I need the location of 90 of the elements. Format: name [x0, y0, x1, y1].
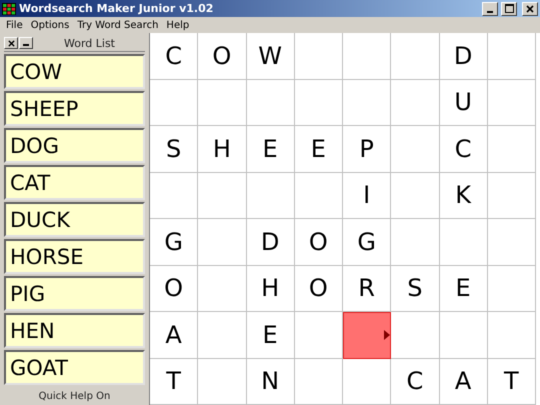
grid-cell[interactable]: S	[391, 266, 440, 312]
minimize-button[interactable]	[482, 2, 498, 16]
grid-cell[interactable]	[488, 219, 536, 266]
grid-cell[interactable]: G	[343, 219, 392, 266]
grid-cell[interactable]: T	[150, 358, 198, 405]
grid-cell[interactable]: O	[294, 219, 343, 266]
grid-cell[interactable]: N	[246, 358, 295, 405]
grid-cell[interactable]: E	[246, 312, 295, 358]
grid-cell[interactable]: C	[440, 126, 488, 172]
grid-cell[interactable]	[198, 312, 246, 358]
maximize-button[interactable]	[501, 2, 517, 16]
word-entry: DUCK	[4, 202, 145, 237]
grid-cell[interactable]	[198, 172, 246, 219]
grid-cell[interactable]	[391, 80, 440, 126]
grid-cell[interactable]: P	[343, 126, 392, 172]
word-entry: HEN	[4, 313, 145, 348]
grid-cell[interactable]	[488, 80, 536, 126]
grid-cell[interactable]: A	[440, 358, 488, 405]
grid-cell[interactable]	[343, 358, 392, 405]
panel-title: Word List	[63, 36, 116, 50]
grid-cell[interactable]	[198, 80, 246, 126]
grid-cell[interactable]: U	[440, 80, 488, 126]
grid-cell[interactable]: S	[150, 126, 198, 172]
grid-cell[interactable]	[198, 358, 246, 405]
word-entry: CAT	[4, 165, 145, 200]
cursor-icon	[384, 330, 390, 340]
grid-cell[interactable]: O	[198, 33, 246, 80]
word-entry: SHEEP	[4, 91, 145, 126]
window-title: Wordsearch Maker Junior v1.02	[19, 2, 214, 15]
grid-cell[interactable]: A	[150, 312, 198, 358]
grid-cell[interactable]	[246, 172, 295, 219]
grid-cell[interactable]	[150, 172, 198, 219]
grid-cell[interactable]: O	[150, 266, 198, 312]
grid-cell[interactable]	[488, 266, 536, 312]
word-entry: HORSE	[4, 239, 145, 274]
word-entry: GOAT	[4, 350, 145, 385]
grid-cell[interactable]: C	[391, 358, 440, 405]
grid-cell[interactable]: T	[488, 358, 536, 405]
close-button[interactable]	[4, 37, 18, 49]
word-entry: PIG	[4, 276, 145, 311]
close-button[interactable]	[522, 2, 538, 16]
grid-cell[interactable]: E	[246, 126, 295, 172]
app-icon	[2, 2, 16, 14]
grid-cell[interactable]: D	[246, 219, 295, 266]
grid-cell[interactable]: C	[150, 33, 198, 80]
grid-cell[interactable]: O	[294, 266, 343, 312]
grid-cell[interactable]	[294, 172, 343, 219]
minimize-icon	[23, 44, 29, 46]
minimize-button[interactable]	[19, 37, 33, 49]
close-icon	[526, 4, 534, 12]
grid-cell[interactable]	[294, 33, 343, 80]
selected-cell[interactable]	[343, 312, 392, 358]
grid-cell[interactable]	[391, 219, 440, 266]
grid-cell[interactable]	[150, 80, 198, 126]
grid-cell[interactable]: H	[198, 126, 246, 172]
menu-item[interactable]: File	[2, 20, 27, 30]
status-text: Quick Help On	[38, 390, 112, 404]
grid-cell[interactable]: G	[150, 219, 198, 266]
grid-cell[interactable]	[488, 33, 536, 80]
grid-cell[interactable]	[391, 312, 440, 358]
grid-cell[interactable]	[440, 219, 488, 266]
grid-cell[interactable]	[391, 172, 440, 219]
grid-cell[interactable]	[391, 33, 440, 80]
minimize-icon	[487, 10, 493, 12]
grid-cell[interactable]: E	[440, 266, 488, 312]
grid-cell[interactable]	[440, 312, 488, 358]
menu-item[interactable]: Try Word Search	[73, 20, 162, 30]
grid-cell[interactable]	[198, 266, 246, 312]
grid-cell[interactable]	[488, 312, 536, 358]
word-entry: COW	[4, 54, 145, 89]
grid-cell[interactable]: D	[440, 33, 488, 80]
grid-cell[interactable]: H	[246, 266, 295, 312]
menu-item[interactable]: Help	[162, 20, 194, 30]
grid-cell[interactable]: I	[343, 172, 392, 219]
grid-cell[interactable]	[343, 80, 392, 126]
maximize-icon	[504, 4, 514, 13]
grid-cell[interactable]: W	[246, 33, 295, 80]
grid-cell[interactable]	[198, 219, 246, 266]
grid-cell[interactable]	[488, 172, 536, 219]
word-entry: DOG	[4, 128, 145, 163]
grid-cell[interactable]	[294, 358, 343, 405]
menu-item[interactable]: Options	[26, 20, 74, 30]
grid-cell[interactable]	[391, 126, 440, 172]
grid-cell[interactable]: K	[440, 172, 488, 219]
grid-cell[interactable]	[294, 80, 343, 126]
grid-cell[interactable]	[343, 33, 392, 80]
grid-cell[interactable]	[246, 80, 295, 126]
close-icon	[8, 40, 14, 46]
grid-cell[interactable]	[488, 126, 536, 172]
grid-cell[interactable]: E	[294, 126, 343, 172]
